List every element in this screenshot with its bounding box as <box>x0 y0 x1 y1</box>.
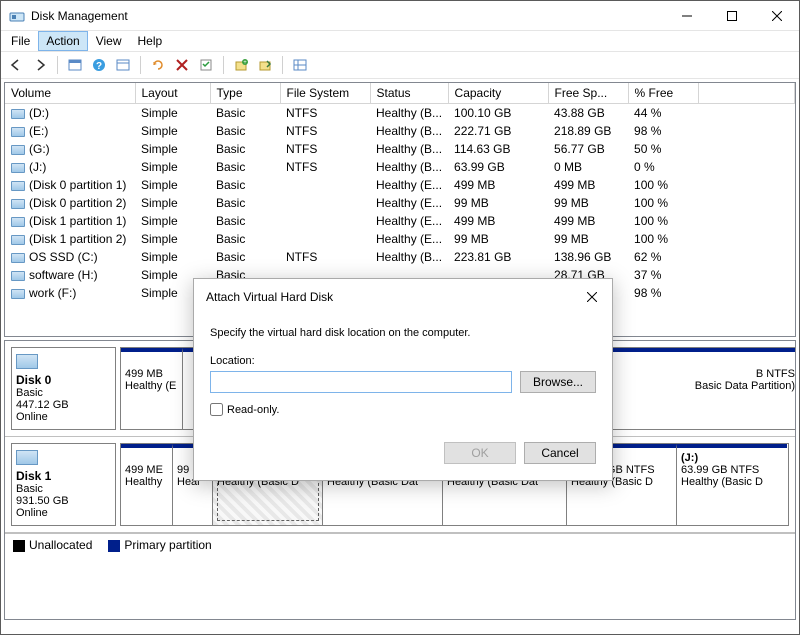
svg-text:?: ? <box>96 61 102 72</box>
volumes-table[interactable]: VolumeLayoutTypeFile SystemStatusCapacit… <box>5 83 795 302</box>
volume-icon <box>11 163 25 173</box>
menu-view[interactable]: View <box>88 31 130 51</box>
volume-row[interactable]: (Disk 0 partition 1)SimpleBasicHealthy (… <box>5 176 795 194</box>
legend: Unallocated Primary partition <box>5 533 795 556</box>
volume-row[interactable]: (G:)SimpleBasicNTFSHealthy (B...114.63 G… <box>5 140 795 158</box>
volume-icon <box>11 127 25 137</box>
refresh-list-icon[interactable] <box>112 54 134 76</box>
column-header[interactable]: Free Sp... <box>548 83 628 104</box>
back-button[interactable] <box>5 54 27 76</box>
menu-action[interactable]: Action <box>38 31 87 51</box>
volume-row[interactable]: (J:)SimpleBasicNTFSHealthy (B...63.99 GB… <box>5 158 795 176</box>
column-header[interactable]: Volume <box>5 83 135 104</box>
readonly-label: Read-only. <box>227 404 279 416</box>
maximize-button[interactable] <box>709 1 754 30</box>
volume-icon <box>11 217 25 227</box>
volume-icon <box>11 145 25 155</box>
column-header[interactable]: Type <box>210 83 280 104</box>
column-header[interactable]: Layout <box>135 83 210 104</box>
disk-header[interactable]: Disk 0Basic447.12 GBOnline <box>11 347 116 430</box>
svg-text:+: + <box>243 60 247 66</box>
volume-row[interactable]: (Disk 1 partition 2)SimpleBasicHealthy (… <box>5 230 795 248</box>
volume-icon <box>11 181 25 191</box>
menu-file[interactable]: File <box>3 31 38 51</box>
window-title: Disk Management <box>31 9 128 23</box>
volume-icon <box>11 289 25 299</box>
dialog-title: Attach Virtual Hard Disk <box>206 290 333 304</box>
delete-icon[interactable] <box>171 54 193 76</box>
show-hide-console-icon[interactable] <box>64 54 86 76</box>
disk-icon <box>16 450 38 465</box>
disk-partition[interactable]: 499 MEHealthy <box>121 444 173 525</box>
column-header[interactable]: % Free <box>628 83 698 104</box>
help-icon[interactable]: ? <box>88 54 110 76</box>
titlebar: Disk Management <box>1 1 799 31</box>
browse-button[interactable]: Browse... <box>520 371 596 393</box>
disk-partition[interactable]: (J:)63.99 GB NTFSHealthy (Basic D <box>677 444 787 525</box>
disk-partition[interactable]: 499 MBHealthy (E <box>121 348 183 429</box>
toolbar: ? + <box>1 51 799 79</box>
volume-row[interactable]: (D:)SimpleBasicNTFSHealthy (B...100.10 G… <box>5 104 795 123</box>
dialog-description: Specify the virtual hard disk location o… <box>210 327 596 339</box>
volume-icon <box>11 253 25 263</box>
column-header[interactable]: Status <box>370 83 448 104</box>
readonly-checkbox[interactable] <box>210 403 223 416</box>
volume-icon <box>11 235 25 245</box>
volume-icon <box>11 271 25 281</box>
attach-vhd-dialog: Attach Virtual Hard Disk Specify the vir… <box>193 278 613 481</box>
volume-row[interactable]: (E:)SimpleBasicNTFSHealthy (B...222.71 G… <box>5 122 795 140</box>
refresh-icon[interactable] <box>147 54 169 76</box>
disk-icon <box>16 354 38 369</box>
disk-header[interactable]: Disk 1Basic931.50 GBOnline <box>11 443 116 526</box>
create-vhd-icon[interactable]: + <box>230 54 252 76</box>
volume-row[interactable]: OS SSD (C:)SimpleBasicNTFSHealthy (B...2… <box>5 248 795 266</box>
legend-unallocated: Unallocated <box>29 538 92 552</box>
minimize-button[interactable] <box>664 1 709 30</box>
volume-icon <box>11 199 25 209</box>
properties-icon[interactable] <box>195 54 217 76</box>
close-button[interactable] <box>754 1 799 30</box>
forward-button[interactable] <box>29 54 51 76</box>
detail-view-icon[interactable] <box>289 54 311 76</box>
menubar: File Action View Help <box>1 31 799 51</box>
column-header[interactable]: Capacity <box>448 83 548 104</box>
app-icon <box>9 8 25 24</box>
column-header[interactable]: File System <box>280 83 370 104</box>
location-label: Location: <box>210 355 596 367</box>
ok-button[interactable]: OK <box>444 442 516 464</box>
volume-icon <box>11 109 25 119</box>
dialog-close-button[interactable] <box>580 287 604 307</box>
volume-row[interactable]: (Disk 0 partition 2)SimpleBasicHealthy (… <box>5 194 795 212</box>
location-input[interactable] <box>210 371 512 393</box>
legend-primary: Primary partition <box>124 538 211 552</box>
cancel-button[interactable]: Cancel <box>524 442 596 464</box>
attach-vhd-icon[interactable] <box>254 54 276 76</box>
volume-row[interactable]: (Disk 1 partition 1)SimpleBasicHealthy (… <box>5 212 795 230</box>
menu-help[interactable]: Help <box>130 31 171 51</box>
